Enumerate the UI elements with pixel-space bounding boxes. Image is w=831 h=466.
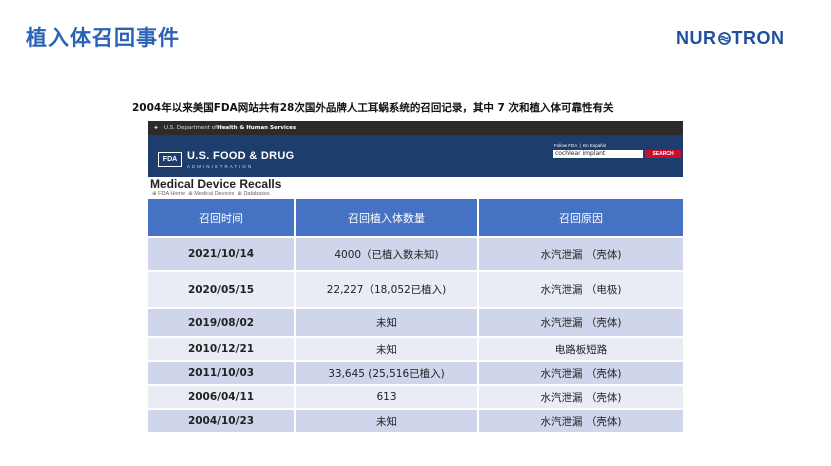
fda-page-title: Medical Device Recalls (150, 177, 282, 191)
table-row: 2004/10/23 未知 水汽泄漏 （壳体) (148, 408, 683, 432)
cell-quantity: 未知 (295, 307, 479, 337)
cell-date: 2021/10/14 (148, 236, 296, 271)
hhs-bar: ✦ U.S. Department of Health & Human Serv… (148, 121, 683, 135)
recall-table: 召回时间 召回植入体数量 召回原因 2021/10/14 4000（已植入数未知… (148, 199, 683, 432)
hhs-text-prefix: U.S. Department of (164, 125, 218, 131)
cell-date: 2010/12/21 (148, 336, 296, 361)
cell-reason: 电路板短路 (478, 336, 683, 361)
cell-reason: 水汽泄漏 （壳体) (478, 236, 683, 271)
cell-date: 2004/10/23 (148, 408, 296, 432)
table-row: 2010/12/21 未知 电路板短路 (148, 336, 683, 361)
logo-text-suffix: TRON (731, 28, 785, 48)
cell-quantity: 未知 (295, 336, 479, 361)
cell-quantity: 22,227（18,052已植入) (295, 270, 479, 308)
cell-quantity: 613 (295, 384, 479, 409)
fda-follow-links[interactable]: Follow FDA | En Español (554, 143, 606, 148)
fda-administration: ADMINISTRATION (187, 164, 254, 169)
table-header-row: 召回时间 召回植入体数量 召回原因 (148, 199, 683, 237)
fda-search-button[interactable]: SEARCH (645, 150, 681, 158)
logo-wave-icon (717, 32, 731, 45)
logo-text-prefix: NUR (676, 28, 717, 48)
table-row: 2006/04/11 613 水汽泄漏 （壳体) (148, 384, 683, 409)
cell-quantity: 4000（已植入数未知) (295, 236, 479, 271)
table-row: 2019/08/02 未知 水汽泄漏 （壳体) (148, 307, 683, 337)
nurotron-logo: NUR TRON (676, 28, 785, 49)
cell-date: 2020/05/15 (148, 270, 296, 308)
cell-reason: 水汽泄漏 （壳体) (478, 360, 683, 385)
cell-quantity: 33,645 (25,516已植入) (295, 360, 479, 385)
slide-subtitle: 2004年以来美国FDA网站共有28次国外品牌人工耳蜗系统的召回记录，其中 7 … (132, 102, 614, 114)
fda-search-input[interactable]: cochlear implant (553, 150, 643, 158)
cell-date: 2011/10/03 (148, 360, 296, 385)
table-row: 2020/05/15 22,227（18,052已植入) 水汽泄漏 （电极) (148, 270, 683, 308)
cell-date: 2006/04/11 (148, 384, 296, 409)
cell-reason: 水汽泄漏 （壳体) (478, 307, 683, 337)
table-row: 2021/10/14 4000（已植入数未知) 水汽泄漏 （壳体) (148, 236, 683, 271)
hhs-eagle-icon: ✦ (153, 124, 159, 132)
fda-logo-box[interactable]: FDA (158, 152, 182, 167)
table-row: 2011/10/03 33,645 (25,516已植入) 水汽泄漏 （壳体) (148, 360, 683, 385)
slide-title: 植入体召回事件 (26, 26, 180, 50)
fda-header: FDA U.S. FOOD & DRUG ADMINISTRATION Foll… (148, 135, 683, 177)
header-recall-reason: 召回原因 (478, 199, 683, 237)
breadcrumb[interactable]: ⊕ FDA Home ⊕ Medical Devices ⊕ Databases (152, 191, 270, 197)
cell-reason: 水汽泄漏 （壳体) (478, 384, 683, 409)
header-recall-quantity: 召回植入体数量 (295, 199, 479, 237)
fda-name[interactable]: U.S. FOOD & DRUG (187, 150, 294, 162)
cell-reason: 水汽泄漏 （壳体) (478, 408, 683, 432)
cell-date: 2019/08/02 (148, 307, 296, 337)
hhs-text-bold[interactable]: Health & Human Services (217, 125, 296, 131)
cell-reason: 水汽泄漏 （电极) (478, 270, 683, 308)
cell-quantity: 未知 (295, 408, 479, 432)
header-recall-date: 召回时间 (148, 199, 296, 237)
